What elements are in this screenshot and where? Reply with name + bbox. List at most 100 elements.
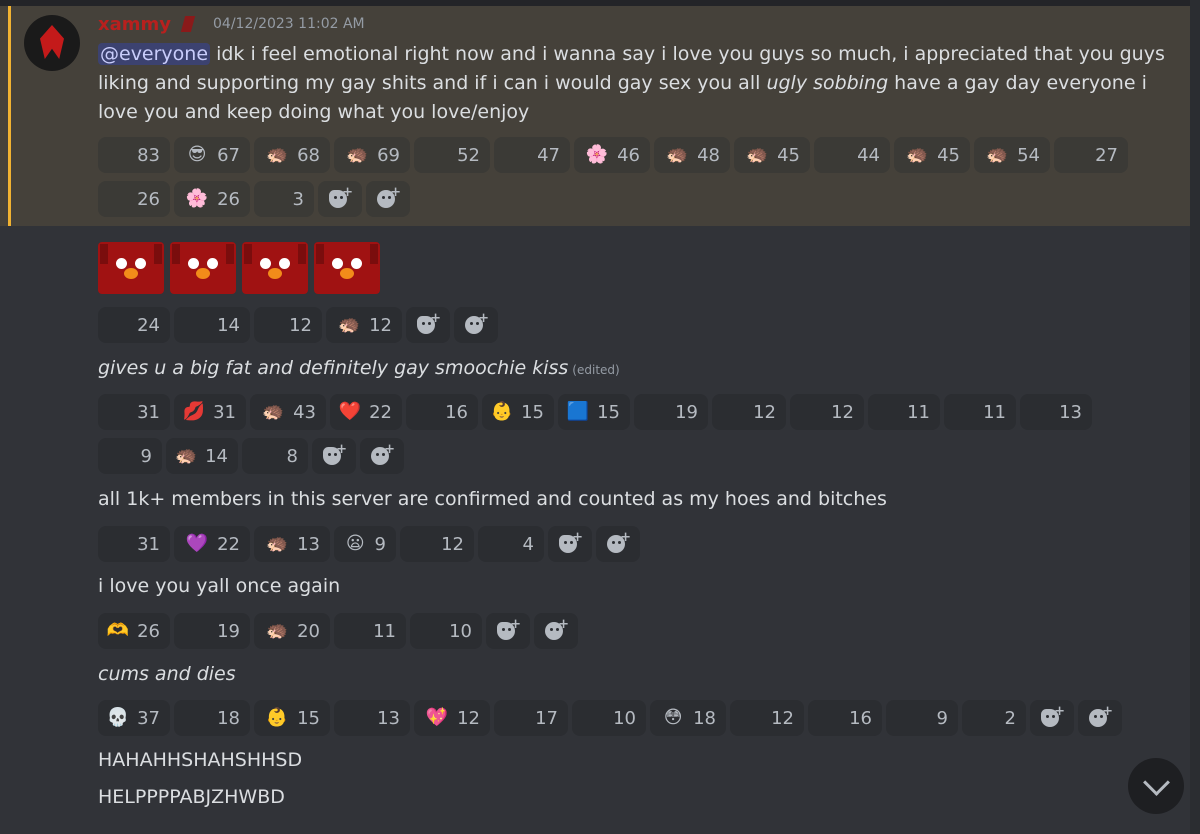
reaction-button[interactable]: 31 [98,526,170,562]
reaction-button[interactable]: 😦 9 [334,526,396,562]
reaction-button[interactable]: 🦔 54 [974,137,1050,173]
reaction-button[interactable]: 13 [1020,394,1092,430]
reaction-button[interactable]: 13 [334,700,410,736]
reaction-count: 31 [213,401,236,423]
reaction-button[interactable]: 🦔 45 [894,137,970,173]
reaction-button[interactable]: 83 [98,137,170,173]
reaction-button[interactable]: 16 [406,394,478,430]
reaction-button[interactable]: 💜 22 [174,526,250,562]
reaction-button[interactable]: 😎 67 [174,137,250,173]
reaction-emoji-icon: 🦔 [261,401,285,422]
add-reaction-button[interactable]: + [366,181,410,217]
add-reaction-button[interactable]: + [534,613,578,649]
reaction-emoji-icon: ❤️ [338,401,362,422]
reaction-button[interactable]: 3 [254,181,314,217]
add-super-reaction-button[interactable]: + [312,438,356,474]
reaction-button[interactable]: 18 [174,700,250,736]
reaction-button[interactable]: 12 [254,307,322,343]
chevron-down-icon [1142,768,1170,796]
reaction-emoji-icon: 🦔 [745,144,769,165]
username[interactable]: xammy [98,14,171,35]
reaction-button[interactable]: 11 [334,613,406,649]
reaction-button[interactable]: 10 [410,613,482,649]
reaction-button[interactable]: 31 [98,394,170,430]
reaction-count: 10 [449,620,472,642]
reaction-button[interactable]: 2 [962,700,1026,736]
mention-everyone[interactable]: @everyone [98,43,211,65]
add-reaction-button[interactable]: + [360,438,404,474]
add-super-reaction-button[interactable]: + [486,613,530,649]
reaction-button[interactable]: 11 [868,394,940,430]
reaction-button[interactable]: 🦔 12 [326,307,402,343]
reaction-button[interactable]: 17 [494,700,568,736]
reaction-button[interactable]: 🟦 15 [558,394,630,430]
reaction-button[interactable]: 🦔 48 [654,137,730,173]
add-super-reaction-button[interactable]: + [406,307,450,343]
reaction-button[interactable]: 🌸 46 [574,137,650,173]
reaction-button[interactable]: 19 [634,394,708,430]
reaction-count: 48 [697,144,720,166]
jump-to-present-button[interactable] [1128,758,1184,814]
reaction-count: 14 [217,314,240,336]
message-content: cums and dies [98,660,1178,689]
reaction-row: 31 💜 22 🦔 13 😦 9 12 4 + + [98,526,640,562]
reaction-button[interactable]: 10 [572,700,646,736]
reaction-button[interactable]: 24 [98,307,170,343]
reaction-emoji-icon: 🫶 [106,620,130,641]
reaction-button[interactable]: 9 [98,438,162,474]
avatar[interactable] [24,15,80,71]
add-reaction-button[interactable]: + [1078,700,1122,736]
add-reaction-button[interactable]: + [454,307,498,343]
reaction-count: 26 [217,188,240,210]
reaction-button[interactable]: 🦔 20 [254,613,330,649]
reaction-button[interactable]: 👶 15 [254,700,330,736]
reaction-button[interactable]: 26 [98,181,170,217]
reaction-button[interactable]: 💀 37 [98,700,170,736]
reaction-button[interactable]: 16 [808,700,882,736]
timestamp[interactable]: 04/12/2023 11:02 AM [213,16,365,32]
reaction-button[interactable]: 9 [886,700,958,736]
scrollbar-track[interactable] [1190,0,1200,834]
reaction-button[interactable]: 12 [730,700,804,736]
add-super-reaction-button[interactable]: + [318,181,362,217]
reaction-button[interactable]: 4 [478,526,544,562]
reaction-button[interactable]: 🦔 69 [334,137,410,173]
reaction-emoji-icon: 🦔 [345,144,369,165]
reaction-button[interactable]: 💖 12 [414,700,490,736]
reaction-button[interactable]: 11 [944,394,1016,430]
reaction-button[interactable]: 🫶 26 [98,613,170,649]
reaction-button[interactable]: 44 [814,137,890,173]
reaction-button[interactable]: 12 [790,394,864,430]
add-super-reaction-button[interactable]: + [548,526,592,562]
reaction-emoji-icon: 🦔 [174,445,198,466]
reaction-button[interactable]: 👶 15 [482,394,554,430]
reaction-button[interactable]: 52 [414,137,490,173]
reaction-button[interactable]: 12 [400,526,474,562]
reaction-button[interactable]: 12 [712,394,786,430]
reaction-button[interactable]: 🦔 14 [166,438,238,474]
avatar-logo [40,25,64,59]
reaction-button[interactable]: 🦔 43 [250,394,326,430]
reaction-button[interactable]: 19 [174,613,250,649]
reaction-row: 83 😎 67 🦔 68 🦔 69 52 47 🌸 46 🦔 48 🦔 45 44 🦔 45 🦔 54 27 [98,137,1128,173]
add-super-reaction-button[interactable]: + [1030,700,1074,736]
reaction-button[interactable]: 💋 31 [174,394,246,430]
reaction-button[interactable]: 🦔 45 [734,137,810,173]
reaction-count: 26 [137,188,160,210]
reaction-button[interactable]: 🦔 68 [254,137,330,173]
elmo-sticker[interactable] [242,242,308,294]
reaction-button[interactable]: 😳 18 [650,700,726,736]
elmo-sticker[interactable] [170,242,236,294]
reaction-emoji-icon: 🦔 [265,533,289,554]
reaction-count: 43 [293,401,316,423]
reaction-button[interactable]: 🌸 26 [174,181,250,217]
reaction-button[interactable]: ❤️ 22 [330,394,402,430]
elmo-sticker[interactable] [314,242,380,294]
reaction-button[interactable]: 27 [1054,137,1128,173]
add-reaction-button[interactable]: + [596,526,640,562]
reaction-button[interactable]: 🦔 13 [254,526,330,562]
elmo-sticker[interactable] [98,242,164,294]
reaction-button[interactable]: 8 [242,438,308,474]
reaction-button[interactable]: 47 [494,137,570,173]
reaction-button[interactable]: 14 [174,307,250,343]
